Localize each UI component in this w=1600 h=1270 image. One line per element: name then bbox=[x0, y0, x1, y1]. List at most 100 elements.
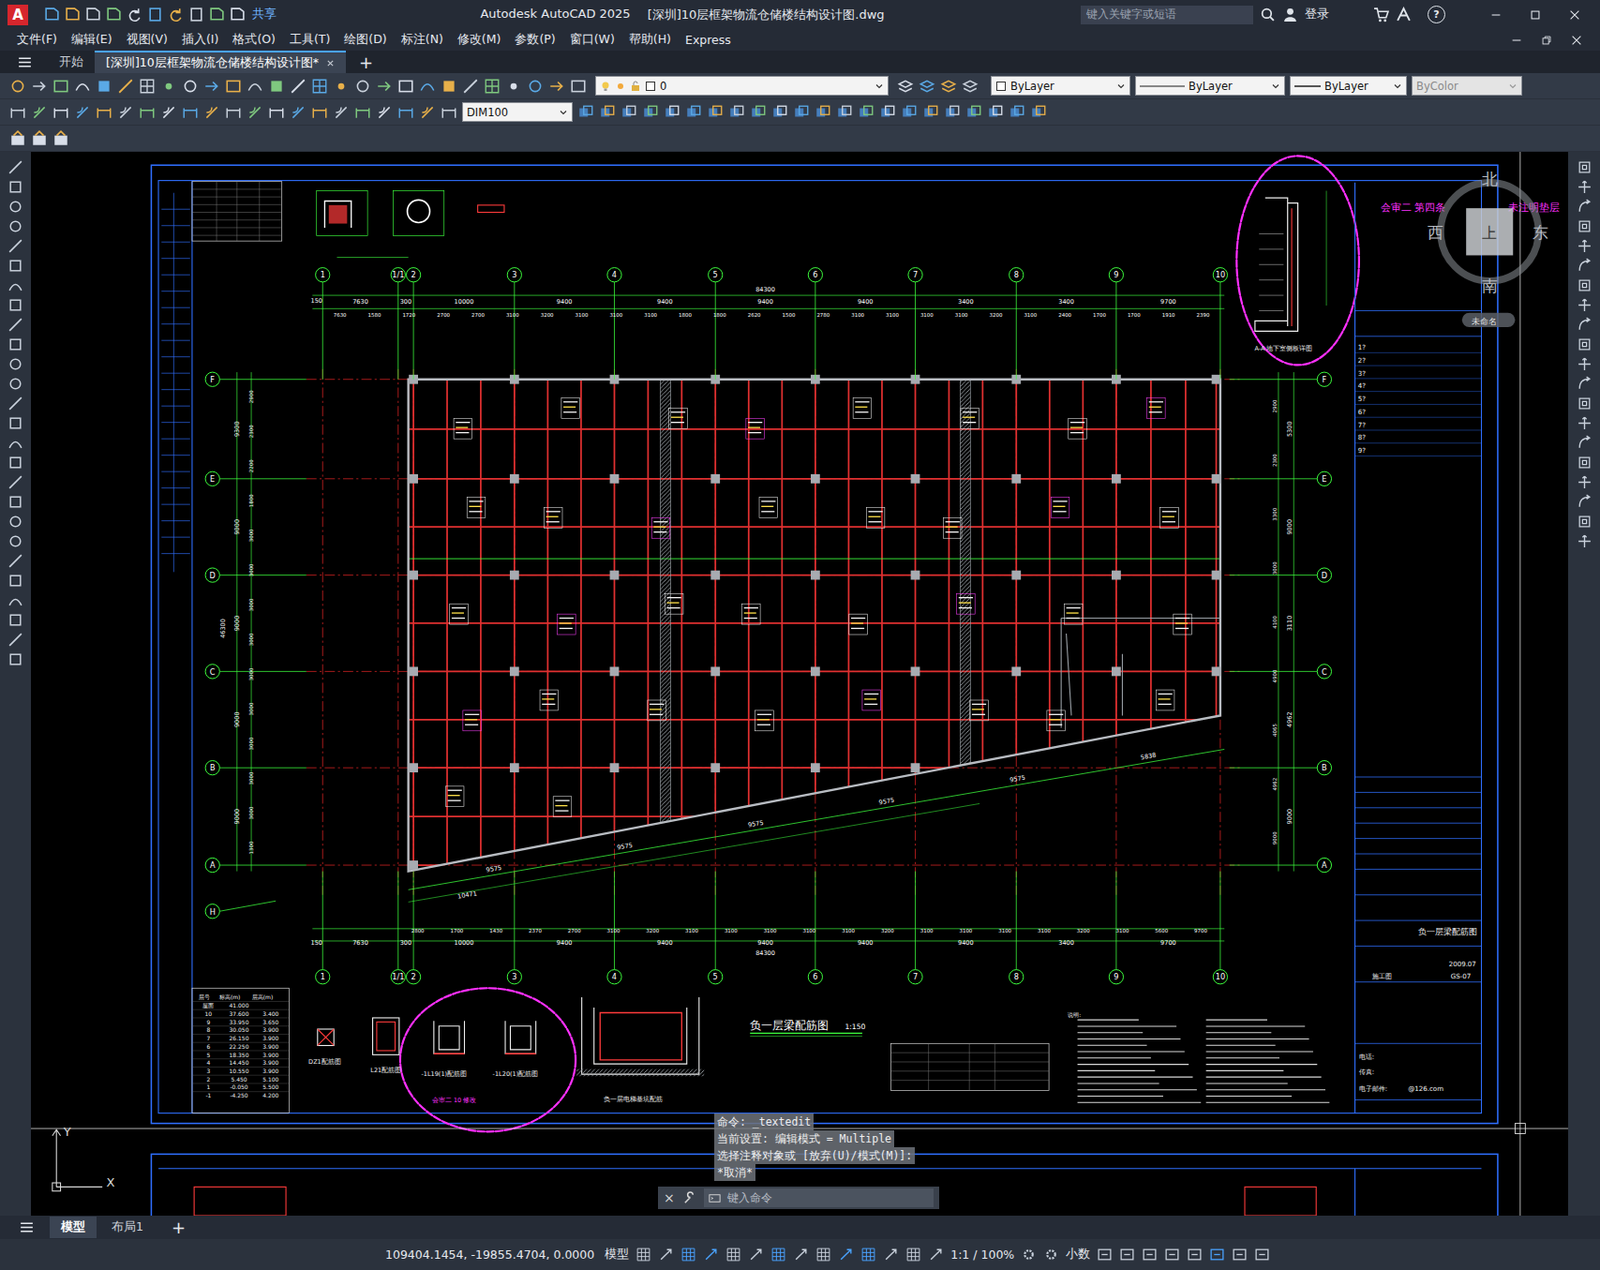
grid-dimension-icon[interactable] bbox=[246, 104, 264, 121]
dot-modify-tool-icon[interactable] bbox=[1576, 297, 1593, 314]
grid-tool-icon[interactable] bbox=[138, 77, 156, 95]
line-tool-icon[interactable] bbox=[209, 6, 225, 23]
sq-draw-icon[interactable] bbox=[7, 454, 24, 471]
sq-draw-icon[interactable] bbox=[7, 297, 24, 314]
close-icon[interactable] bbox=[1568, 8, 1582, 22]
arc-tool-icon[interactable] bbox=[74, 77, 91, 95]
circle-modify-tool-icon[interactable] bbox=[1576, 316, 1593, 333]
line-tool-icon[interactable] bbox=[44, 6, 60, 23]
box-tool-icon[interactable] bbox=[52, 77, 70, 95]
grid-draw-icon[interactable] bbox=[7, 651, 24, 668]
arrow-modify-icon[interactable] bbox=[1030, 104, 1047, 121]
model-space-canvas[interactable]: 111/11/122334455667788991010FFEEDDCCBBAA… bbox=[30, 151, 1569, 1216]
arc-modify-tool-icon[interactable] bbox=[1576, 375, 1593, 392]
circle-draw-icon[interactable] bbox=[7, 533, 24, 550]
dot-draw-icon[interactable] bbox=[7, 513, 24, 530]
grid-draw-icon[interactable] bbox=[7, 179, 24, 195]
file-tab[interactable]: [深圳]10层框架物流仓储楼结构设计图* bbox=[94, 50, 346, 74]
sq-tool-icon[interactable] bbox=[268, 77, 285, 95]
cart-icon[interactable] bbox=[1373, 6, 1390, 23]
circle-modify-icon[interactable] bbox=[663, 104, 681, 121]
line-settings-icon[interactable] bbox=[1020, 1246, 1037, 1263]
menu-item[interactable]: 格式(O) bbox=[232, 31, 276, 48]
box-dimension-icon[interactable] bbox=[160, 104, 178, 121]
circle-tool-icon[interactable] bbox=[9, 77, 27, 95]
dot-block-icon[interactable] bbox=[30, 130, 48, 148]
arc-status-icon[interactable] bbox=[635, 1246, 652, 1263]
arc-tool-icon[interactable] bbox=[418, 77, 436, 95]
file-tab[interactable]: 开始 bbox=[47, 50, 95, 74]
dot-view-icon[interactable] bbox=[1119, 1246, 1136, 1263]
units-display[interactable]: 小数 bbox=[1065, 1246, 1091, 1263]
circle-modify-icon[interactable] bbox=[836, 104, 853, 121]
sq-dimension-icon[interactable] bbox=[30, 104, 48, 121]
arrow-modify-tool-icon[interactable] bbox=[1576, 179, 1593, 195]
menu-item[interactable]: 视图(V) bbox=[126, 31, 168, 48]
arrow-dimension-icon[interactable] bbox=[138, 104, 156, 121]
arc-modify-icon[interactable] bbox=[728, 104, 746, 121]
autodesk-a-icon[interactable] bbox=[1395, 6, 1412, 23]
box-modify-icon[interactable] bbox=[706, 104, 724, 121]
arc-modify-tool-icon[interactable] bbox=[1576, 533, 1593, 550]
arrow-tool-icon[interactable] bbox=[30, 77, 48, 95]
box-draw-icon[interactable] bbox=[7, 572, 24, 589]
circle-tool-icon[interactable] bbox=[526, 77, 544, 95]
tab-close-icon[interactable] bbox=[326, 59, 335, 68]
arrow-modify-tool-icon[interactable] bbox=[1576, 336, 1593, 353]
circle-dimension-icon[interactable] bbox=[289, 104, 307, 121]
sq-modify-icon[interactable] bbox=[749, 104, 767, 121]
dot-draw-icon[interactable] bbox=[7, 356, 24, 373]
grid-modify-tool-icon[interactable] bbox=[1576, 434, 1593, 451]
annotation-scale[interactable]: 1:1 / 100% bbox=[950, 1247, 1015, 1262]
sq-modify-tool-icon[interactable] bbox=[1576, 395, 1593, 412]
model-space-toggle[interactable]: 模型 bbox=[604, 1246, 629, 1263]
grid-status-icon[interactable] bbox=[882, 1246, 899, 1263]
circle-status-icon[interactable] bbox=[927, 1246, 944, 1263]
sq-tool-icon[interactable] bbox=[440, 77, 458, 95]
arc-status-icon[interactable] bbox=[815, 1246, 832, 1263]
menu-item[interactable]: 窗口(W) bbox=[569, 31, 615, 48]
layer-dropdown[interactable]: 0 bbox=[595, 75, 889, 96]
share-button[interactable]: 共享 bbox=[252, 6, 277, 23]
sq-tool-icon[interactable] bbox=[188, 6, 205, 23]
box-view-icon[interactable] bbox=[1186, 1246, 1203, 1263]
circle-tool-icon[interactable] bbox=[181, 77, 199, 95]
line-draw-icon[interactable] bbox=[7, 316, 24, 333]
arc-dimension-icon[interactable] bbox=[181, 104, 199, 121]
line-status-icon[interactable] bbox=[860, 1246, 877, 1263]
arrow-tool-icon[interactable] bbox=[548, 77, 566, 95]
line-tool-icon[interactable] bbox=[289, 77, 307, 95]
arc-dimension-icon[interactable] bbox=[354, 104, 372, 121]
circle-modify-icon[interactable] bbox=[1008, 104, 1026, 121]
minimize-icon[interactable] bbox=[1489, 8, 1503, 22]
dot-modify-icon[interactable] bbox=[814, 104, 832, 121]
arrow-tool-icon[interactable] bbox=[126, 6, 143, 23]
grid-settings-icon[interactable] bbox=[1043, 1246, 1060, 1263]
circle-status-icon[interactable] bbox=[747, 1246, 764, 1263]
box-draw-icon[interactable] bbox=[7, 415, 24, 432]
circle-view-icon[interactable] bbox=[1141, 1246, 1158, 1263]
box-draw-icon[interactable] bbox=[7, 257, 24, 274]
sq-modify-icon[interactable] bbox=[922, 104, 940, 121]
arrow-layer-tool-icon[interactable] bbox=[897, 77, 914, 95]
circle-draw-icon[interactable] bbox=[7, 375, 24, 392]
sq-status-icon[interactable] bbox=[657, 1246, 674, 1263]
sq-dimension-icon[interactable] bbox=[375, 104, 393, 121]
box-layer-tool-icon[interactable] bbox=[918, 77, 936, 95]
arrow-draw-icon[interactable] bbox=[7, 395, 24, 412]
sq-modify-icon[interactable] bbox=[577, 104, 595, 121]
add-layout-button[interactable]: + bbox=[171, 1217, 186, 1238]
user-icon[interactable] bbox=[1282, 6, 1299, 23]
box-tool-icon[interactable] bbox=[224, 77, 242, 95]
line-modify-icon[interactable] bbox=[598, 104, 616, 121]
grid-tool-icon[interactable] bbox=[483, 77, 501, 95]
hamburger-icon[interactable] bbox=[16, 54, 33, 71]
box-tool-icon[interactable] bbox=[147, 6, 164, 23]
menu-item[interactable]: 编辑(E) bbox=[71, 31, 113, 48]
command-input[interactable]: 键入命令 bbox=[703, 1188, 934, 1208]
dot-tool-icon[interactable] bbox=[85, 6, 102, 23]
search-field[interactable]: 键入关键字或短语 bbox=[1080, 5, 1254, 25]
menu-item[interactable]: 插入(I) bbox=[181, 31, 219, 48]
arc-dimension-icon[interactable] bbox=[9, 104, 27, 121]
circle-block-icon[interactable] bbox=[52, 130, 70, 148]
